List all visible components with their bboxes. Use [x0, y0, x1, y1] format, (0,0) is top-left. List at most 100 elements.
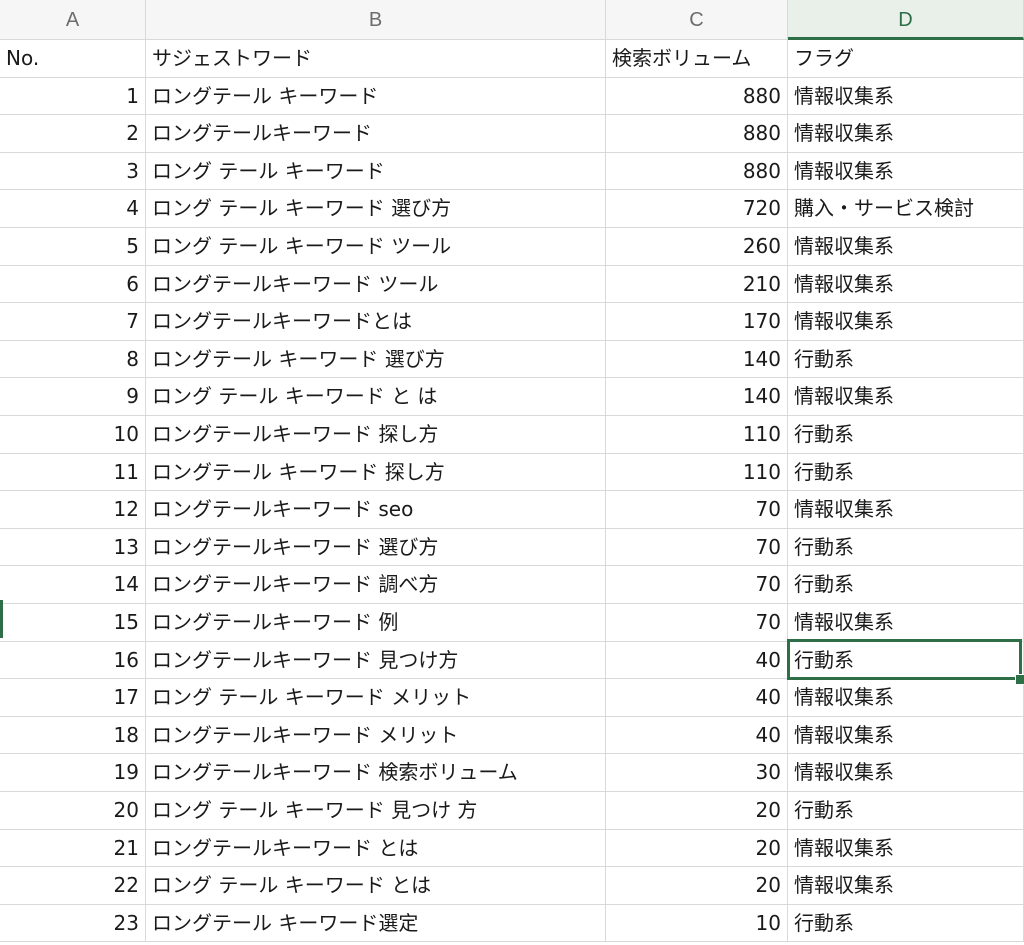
cell-search-volume[interactable]: 880 — [606, 152, 788, 191]
cell-search-volume[interactable]: 20 — [606, 867, 788, 905]
cell-suggest-word[interactable]: ロング テール キーワード — [146, 152, 606, 191]
cell-flag[interactable]: 情報収集系 — [788, 491, 1024, 529]
cell-no[interactable]: 22 — [0, 867, 146, 905]
cell-flag[interactable]: 情報収集系 — [788, 378, 1024, 416]
cell-suggest-word[interactable]: ロング テール キーワード メリット — [146, 679, 606, 717]
cell-search-volume[interactable]: 70 — [606, 491, 788, 529]
column-header-a[interactable]: A — [0, 0, 146, 40]
cell-no[interactable]: 21 — [0, 829, 146, 868]
cell-flag[interactable]: 行動系 — [788, 416, 1024, 454]
cell-flag[interactable]: 情報収集系 — [788, 754, 1024, 792]
cell-no[interactable]: 2 — [0, 115, 146, 153]
cell-flag[interactable]: 情報収集系 — [788, 152, 1024, 191]
cell-suggest-word[interactable]: ロングテール キーワード — [146, 77, 606, 116]
cell-search-volume[interactable]: 110 — [606, 453, 788, 492]
column-header-d[interactable]: D — [788, 0, 1024, 40]
cell-no[interactable]: 18 — [0, 716, 146, 755]
cell-suggest-word[interactable]: ロングテール キーワード選定 — [146, 904, 606, 943]
cell-search-volume[interactable]: 140 — [606, 378, 788, 416]
column-header-b[interactable]: B — [146, 0, 606, 40]
cell-suggest-word[interactable]: ロング テール キーワード 選び方 — [146, 190, 606, 228]
cell-flag[interactable]: 行動系 — [788, 453, 1024, 492]
cell-suggest-word[interactable]: ロングテールキーワード — [146, 115, 606, 153]
cell-search-volume[interactable]: 20 — [606, 792, 788, 830]
cell-no[interactable]: 16 — [0, 641, 146, 680]
cell-suggest-word[interactable]: ロングテール キーワード 選び方 — [146, 340, 606, 379]
cell-flag[interactable]: 情報収集系 — [788, 77, 1024, 116]
cell-search-volume[interactable]: 260 — [606, 228, 788, 266]
cell-flag[interactable]: 購入・サービス検討 — [788, 190, 1024, 228]
cell-no[interactable]: 14 — [0, 566, 146, 604]
column-header-c[interactable]: C — [606, 0, 788, 40]
cell-flag[interactable]: 情報収集系 — [788, 829, 1024, 868]
cell-suggest-word[interactable]: ロングテールキーワード とは — [146, 829, 606, 868]
cell-header-search-volume[interactable]: 検索ボリューム — [606, 40, 788, 78]
cell-search-volume[interactable]: 70 — [606, 528, 788, 567]
cell-search-volume[interactable]: 880 — [606, 77, 788, 116]
cell-search-volume[interactable]: 40 — [606, 641, 788, 680]
cell-no[interactable]: 20 — [0, 792, 146, 830]
fill-handle[interactable] — [1015, 674, 1024, 685]
cell-suggest-word[interactable]: ロングテールキーワードとは — [146, 303, 606, 341]
cell-no[interactable]: 23 — [0, 904, 146, 943]
cell-flag[interactable]: 情報収集系 — [788, 303, 1024, 341]
cell-no[interactable]: 8 — [0, 340, 146, 379]
cell-flag[interactable]: 情報収集系 — [788, 228, 1024, 266]
cell-search-volume[interactable]: 40 — [606, 716, 788, 755]
cell-no[interactable]: 11 — [0, 453, 146, 492]
cell-flag[interactable]: 行動系 — [788, 641, 1024, 680]
cell-suggest-word[interactable]: ロングテールキーワード 選び方 — [146, 528, 606, 567]
cell-suggest-word[interactable]: ロングテールキーワード 調べ方 — [146, 566, 606, 604]
cell-suggest-word[interactable]: ロング テール キーワード 見つけ 方 — [146, 792, 606, 830]
cell-header-suggest-word[interactable]: サジェストワード — [146, 40, 606, 78]
cell-header-flag[interactable]: フラグ — [788, 40, 1024, 78]
cell-flag[interactable]: 行動系 — [788, 340, 1024, 379]
cell-no[interactable]: 17 — [0, 679, 146, 717]
cell-search-volume[interactable]: 70 — [606, 566, 788, 604]
cell-search-volume[interactable]: 40 — [606, 679, 788, 717]
cell-search-volume[interactable]: 70 — [606, 604, 788, 642]
cell-no[interactable]: 10 — [0, 416, 146, 454]
cell-no[interactable]: 15 — [0, 604, 146, 642]
cell-suggest-word[interactable]: ロング テール キーワード ツール — [146, 228, 606, 266]
cell-flag[interactable]: 行動系 — [788, 566, 1024, 604]
cell-search-volume[interactable]: 170 — [606, 303, 788, 341]
cell-search-volume[interactable]: 20 — [606, 829, 788, 868]
cell-suggest-word[interactable]: ロングテールキーワード 例 — [146, 604, 606, 642]
cell-flag[interactable]: 情報収集系 — [788, 115, 1024, 153]
cell-flag[interactable]: 情報収集系 — [788, 679, 1024, 717]
cell-search-volume[interactable]: 30 — [606, 754, 788, 792]
cell-flag[interactable]: 情報収集系 — [788, 604, 1024, 642]
cell-no[interactable]: 7 — [0, 303, 146, 341]
cell-no[interactable]: 9 — [0, 378, 146, 416]
cell-suggest-word[interactable]: ロングテールキーワード 探し方 — [146, 416, 606, 454]
cell-search-volume[interactable]: 210 — [606, 265, 788, 304]
cell-no[interactable]: 13 — [0, 528, 146, 567]
cell-suggest-word[interactable]: ロング テール キーワード と は — [146, 378, 606, 416]
cell-search-volume[interactable]: 140 — [606, 340, 788, 379]
cell-suggest-word[interactable]: ロングテールキーワード ツール — [146, 265, 606, 304]
cell-search-volume[interactable]: 10 — [606, 904, 788, 943]
cell-flag[interactable]: 情報収集系 — [788, 716, 1024, 755]
cell-flag[interactable]: 行動系 — [788, 792, 1024, 830]
cell-no[interactable]: 3 — [0, 152, 146, 191]
cell-suggest-word[interactable]: ロングテールキーワード メリット — [146, 716, 606, 755]
cell-no[interactable]: 6 — [0, 265, 146, 304]
cell-search-volume[interactable]: 720 — [606, 190, 788, 228]
cell-suggest-word[interactable]: ロングテールキーワード 見つけ方 — [146, 641, 606, 680]
cell-suggest-word[interactable]: ロングテールキーワード 検索ボリューム — [146, 754, 606, 792]
cell-suggest-word[interactable]: ロング テール キーワード とは — [146, 867, 606, 905]
cell-no[interactable]: 19 — [0, 754, 146, 792]
cell-search-volume[interactable]: 110 — [606, 416, 788, 454]
cell-search-volume[interactable]: 880 — [606, 115, 788, 153]
cell-flag[interactable]: 行動系 — [788, 528, 1024, 567]
cell-header-no[interactable]: No. — [0, 40, 146, 78]
cell-no[interactable]: 5 — [0, 228, 146, 266]
cell-no[interactable]: 4 — [0, 190, 146, 228]
cell-suggest-word[interactable]: ロングテールキーワード seo — [146, 491, 606, 529]
cell-flag[interactable]: 行動系 — [788, 904, 1024, 943]
cell-no[interactable]: 12 — [0, 491, 146, 529]
cell-suggest-word[interactable]: ロングテール キーワード 探し方 — [146, 453, 606, 492]
cell-flag[interactable]: 情報収集系 — [788, 265, 1024, 304]
cell-no[interactable]: 1 — [0, 77, 146, 116]
